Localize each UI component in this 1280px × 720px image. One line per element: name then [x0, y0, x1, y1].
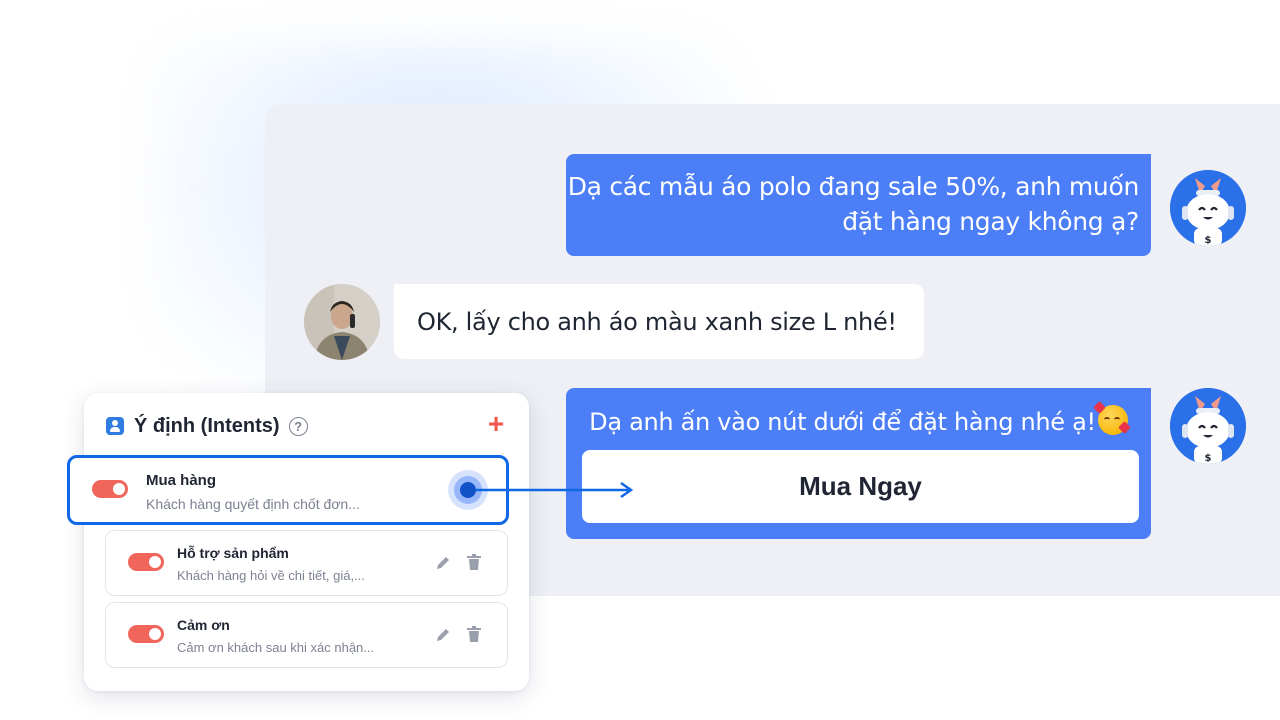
add-intent-icon[interactable]: +	[484, 410, 508, 438]
trash-icon[interactable]	[465, 553, 483, 571]
edit-icon[interactable]	[434, 554, 452, 572]
intent-item-mua-hang[interactable]	[67, 455, 509, 525]
bot-message-line: đặt hàng ngay không ạ?	[842, 207, 1139, 236]
robot-avatar-icon: $	[1170, 388, 1246, 464]
bot-avatar: $	[1170, 170, 1246, 246]
link-connector	[448, 470, 634, 510]
bot-message-text: Dạ anh ấn vào nút dưới để đặt hàng nhé ạ…	[589, 408, 1096, 436]
help-icon[interactable]: ?	[288, 416, 308, 436]
bot-avatar: $	[1170, 388, 1246, 464]
intent-name: Cảm ơn	[177, 617, 230, 633]
intents-title-text: Ý định (Intents)	[134, 414, 280, 437]
contact-card-icon	[106, 417, 124, 435]
connector-handle[interactable]	[460, 482, 476, 498]
robot-avatar-icon: $	[1170, 170, 1246, 246]
buy-now-button[interactable]: Mua Ngay	[582, 450, 1139, 523]
intent-description: Khách hàng hỏi về chi tiết, giá,...	[177, 568, 365, 583]
smiling-face-with-hearts-icon	[1092, 401, 1131, 435]
intent-name: Mua hàng	[146, 472, 216, 489]
user-avatar	[304, 284, 380, 360]
user-message-text: OK, lấy cho anh áo màu xanh size L nhé!	[417, 307, 897, 336]
bot-message-line: Dạ anh ấn vào nút dưới để đặt hàng nhé ạ…	[582, 401, 1135, 440]
bot-message-line: Dạ các mẫu áo polo đang sale 50%, anh mu…	[567, 172, 1140, 201]
intent-name: Hỗ trợ sản phẩm	[177, 545, 289, 561]
intent-toggle[interactable]	[128, 625, 164, 643]
intent-description: Cảm ơn khách sau khi xác nhận...	[177, 640, 375, 655]
svg-text:$: $	[1205, 453, 1212, 464]
user-message-bubble: OK, lấy cho anh áo màu xanh size L nhé!	[394, 284, 924, 359]
heart-icon	[1117, 421, 1131, 434]
intent-toggle[interactable]	[92, 480, 128, 498]
user-photo-avatar-icon	[304, 284, 380, 360]
intent-description: Khách hàng quyết định chốt đơn...	[146, 496, 360, 512]
trash-icon[interactable]	[465, 625, 483, 643]
bot-message-bubble: Dạ các mẫu áo polo đang sale 50%, anh mu…	[566, 154, 1151, 256]
intent-toggle[interactable]	[128, 553, 164, 571]
edit-icon[interactable]	[434, 626, 452, 644]
svg-text:$: $	[1205, 235, 1212, 246]
intents-panel-title: Ý định (Intents) ?	[106, 413, 308, 439]
